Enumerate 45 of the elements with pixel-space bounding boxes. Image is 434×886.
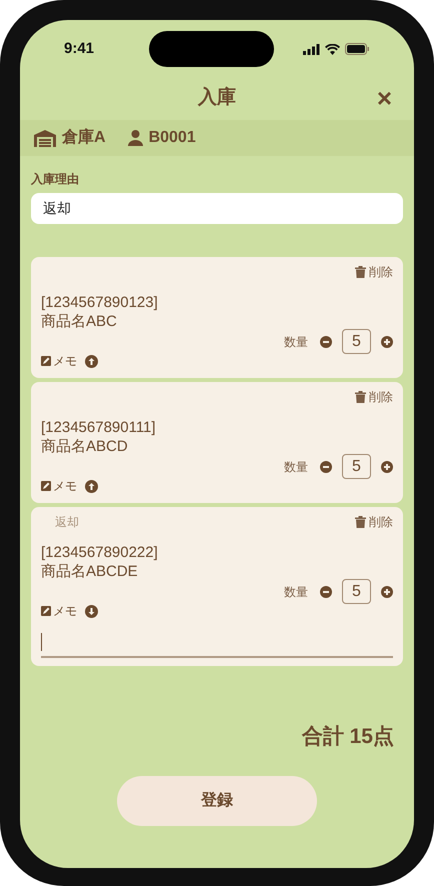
memo-button[interactable]: メモ <box>41 352 77 370</box>
quantity-label: 数量 <box>284 584 308 600</box>
user-id: B0001 <box>148 128 196 148</box>
edit-icon <box>41 606 51 616</box>
plus-button[interactable] <box>381 336 393 348</box>
trash-icon <box>355 391 366 403</box>
trash-icon <box>355 516 366 528</box>
memo-button[interactable]: メモ <box>41 602 77 620</box>
product-code: [1234567890111] <box>41 418 157 437</box>
edit-icon <box>41 481 51 491</box>
close-button[interactable]: × <box>376 85 392 111</box>
quantity-field[interactable]: 5 <box>342 579 371 604</box>
plus-button[interactable] <box>381 460 393 472</box>
wifi-icon <box>325 44 340 54</box>
product-name: 商品名ABC <box>41 312 118 331</box>
quantity-label: 数量 <box>284 334 308 350</box>
product-name: 商品名ABCD <box>41 437 129 456</box>
battery-icon <box>345 43 370 55</box>
minus-button[interactable] <box>320 586 332 598</box>
quantity-label: 数量 <box>284 458 308 476</box>
trash-icon <box>355 266 366 278</box>
delete-button[interactable]: 削除 <box>355 388 393 406</box>
quantity-field[interactable]: 5 <box>342 454 371 479</box>
product-code: [1234567890222] <box>41 543 159 562</box>
product-name: 商品名ABCDE <box>41 562 139 581</box>
memo-button[interactable]: メモ <box>41 477 77 495</box>
warehouse-name: 倉庫A <box>62 127 106 148</box>
delete-button[interactable]: 削除 <box>355 513 393 531</box>
person-icon <box>128 130 143 146</box>
quantity-field[interactable]: 5 <box>342 329 371 354</box>
total-count: 合計 15点 <box>302 724 394 750</box>
status-time: 9:41 <box>64 38 94 59</box>
edit-icon <box>41 356 51 366</box>
warehouse-icon <box>34 130 56 146</box>
reason-label: 入庫理由 <box>31 171 80 188</box>
product-code: [1234567890123] <box>41 293 159 312</box>
plus-button[interactable] <box>381 586 393 598</box>
minus-button[interactable] <box>320 460 332 472</box>
delete-button[interactable]: 削除 <box>355 263 393 281</box>
signal-icon <box>303 44 320 54</box>
minus-button[interactable] <box>320 336 332 348</box>
reason-field[interactable]: 返却 <box>31 193 403 224</box>
ghost-label: 返却 <box>54 514 79 531</box>
page-title: 入庫 <box>198 86 236 110</box>
register-button[interactable]: 登録 <box>117 776 317 826</box>
